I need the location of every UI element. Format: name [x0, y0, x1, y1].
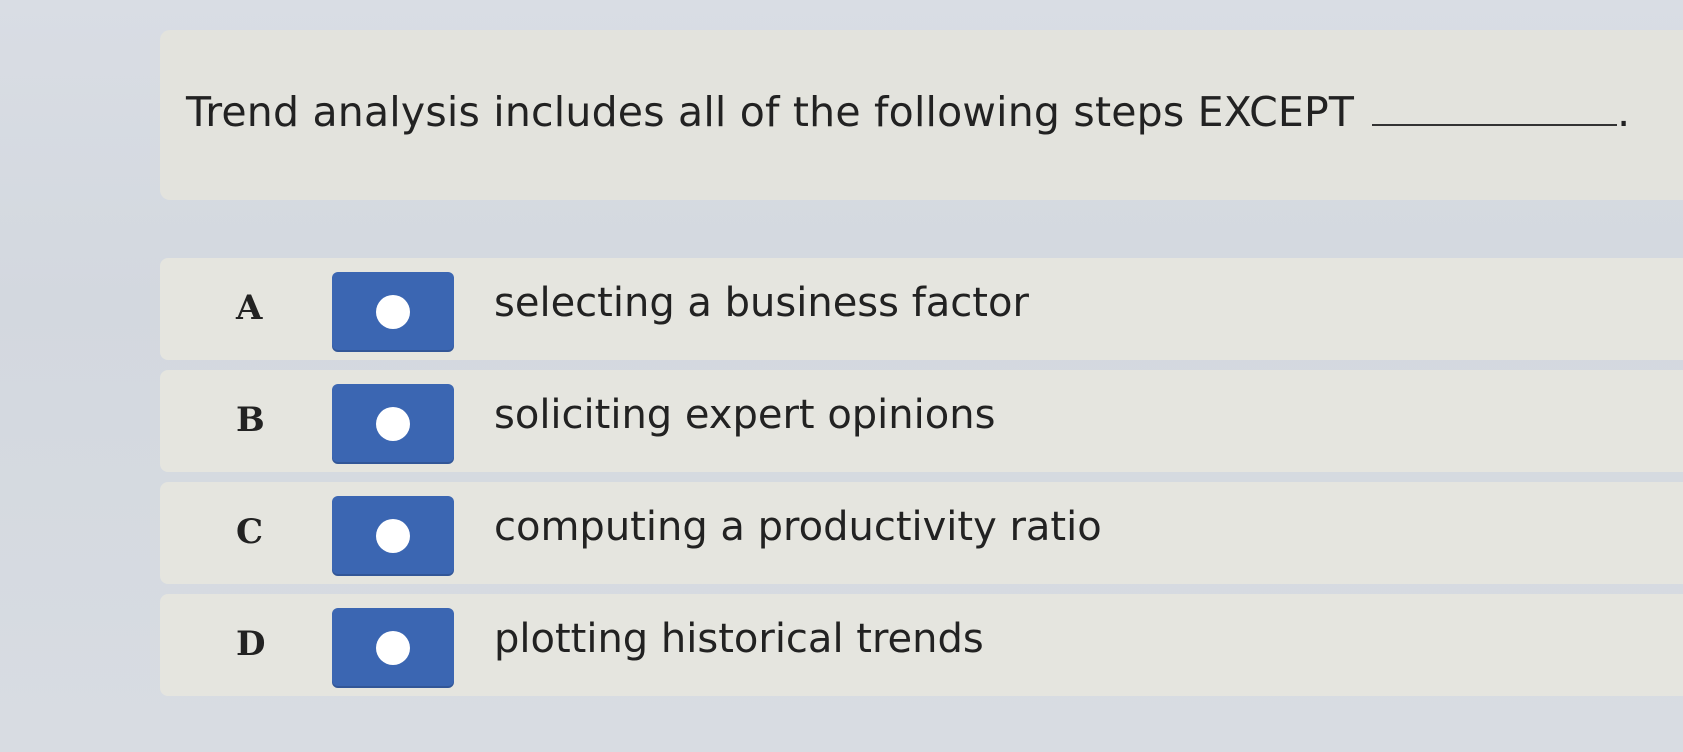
radio-button-d[interactable] — [332, 608, 454, 688]
answer-option-c[interactable]: C computing a productivity ratio — [160, 482, 1683, 584]
answer-text: plotting historical trends — [494, 616, 984, 662]
answer-option-d[interactable]: D plotting historical trends — [160, 594, 1683, 696]
answer-options: A selecting a business factor B soliciti… — [160, 258, 1683, 706]
radio-button-c[interactable] — [332, 496, 454, 576]
answer-letter: A — [236, 288, 263, 328]
radio-button-icon — [376, 295, 410, 329]
answer-text: soliciting expert opinions — [494, 392, 996, 438]
answer-letter: C — [236, 512, 264, 552]
radio-button-icon — [376, 519, 410, 553]
answer-letter: D — [236, 624, 266, 664]
radio-button-icon — [376, 631, 410, 665]
question-card: Trend analysis includes all of the follo… — [160, 30, 1683, 200]
question-period: . — [1617, 88, 1631, 136]
answer-blank — [1372, 124, 1618, 126]
answer-text: computing a productivity ratio — [494, 504, 1102, 550]
question-text: Trend analysis includes all of the follo… — [186, 88, 1355, 136]
answer-option-b[interactable]: B soliciting expert opinions — [160, 370, 1683, 472]
radio-button-a[interactable] — [332, 272, 454, 352]
answer-option-a[interactable]: A selecting a business factor — [160, 258, 1683, 360]
answer-letter: B — [236, 400, 265, 440]
question-prompt: Trend analysis includes all of the follo… — [186, 88, 1630, 136]
radio-button-icon — [376, 407, 410, 441]
radio-button-b[interactable] — [332, 384, 454, 464]
answer-text: selecting a business factor — [494, 280, 1029, 326]
